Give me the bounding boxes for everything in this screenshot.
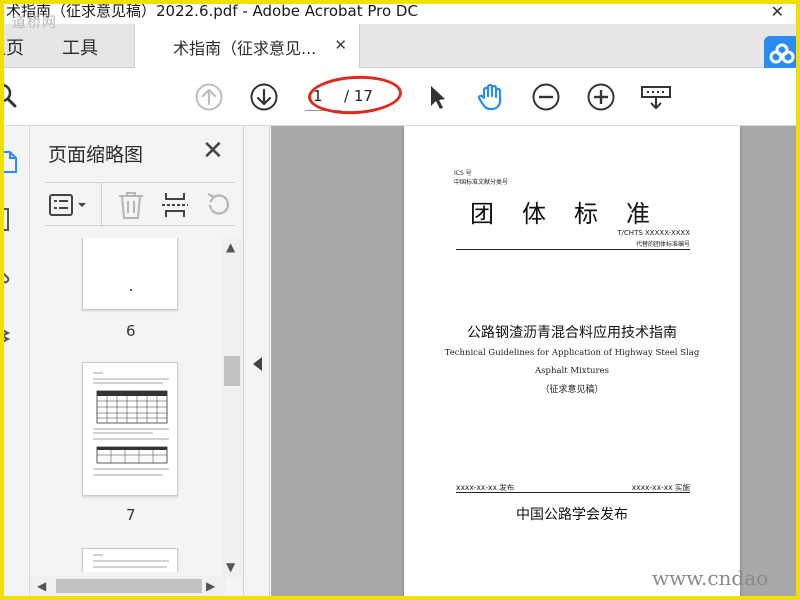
thumbnail-panel: 页面缩略图 ✕ 6 7 ▲ ▼ ◀ ▶ bbox=[30, 126, 244, 600]
tab-tools[interactable]: 工具 bbox=[62, 34, 98, 60]
horizontal-scroll-thumb[interactable] bbox=[56, 579, 202, 593]
zoom-out-icon bbox=[532, 83, 560, 111]
thumbnail-page-content bbox=[93, 372, 169, 476]
hand-tool-button[interactable] bbox=[476, 82, 506, 112]
previous-page-button[interactable] bbox=[194, 82, 224, 112]
window-title: 术指南（征求意见稿）2022.6.pdf - Adobe Acrobat Pro… bbox=[6, 2, 418, 20]
bookmarks-nav-button[interactable] bbox=[0, 206, 22, 232]
scroll-mode-icon bbox=[641, 86, 671, 109]
select-tool-button[interactable] bbox=[422, 82, 452, 112]
document-view[interactable]: ICS 号 中国标准文献分类号 团体标准 T/CHTS XXXXX-XXXX 代… bbox=[271, 126, 800, 600]
thumbnail-options-button[interactable] bbox=[48, 192, 90, 218]
scroll-left-arrow-icon[interactable]: ◀ bbox=[37, 579, 46, 593]
page-thumbnail-8[interactable] bbox=[82, 548, 178, 572]
rotate-page-button[interactable] bbox=[204, 191, 234, 219]
scroll-mode-button[interactable] bbox=[640, 82, 671, 112]
tab-home[interactable]: 主页 bbox=[0, 34, 24, 60]
arrow-down-circle-icon bbox=[250, 83, 278, 111]
header-rule bbox=[456, 249, 690, 250]
thumbnail-page-content bbox=[93, 554, 169, 568]
options-menu-icon bbox=[49, 194, 86, 216]
delete-page-button[interactable] bbox=[116, 191, 146, 219]
insert-page-button[interactable] bbox=[160, 191, 190, 219]
attachments-nav-button[interactable] bbox=[0, 260, 22, 286]
zoom-in-icon bbox=[587, 83, 615, 111]
vertical-scroll-thumb[interactable] bbox=[224, 356, 240, 386]
panel-collapse-strip[interactable] bbox=[244, 126, 270, 600]
left-navigation-strip bbox=[0, 126, 30, 600]
layers-nav-button[interactable] bbox=[0, 322, 22, 348]
publisher: 中国公路学会发布 bbox=[516, 507, 628, 523]
footer-rule bbox=[456, 492, 690, 493]
rotate-icon bbox=[207, 193, 230, 215]
arrow-up-circle-icon bbox=[195, 83, 223, 111]
window-title-bar: 术指南（征求意见稿）2022.6.pdf - Adobe Acrobat Pro… bbox=[0, 0, 800, 24]
tab-bar: 主页 工具 术指南（征求意见... ✕ bbox=[0, 24, 800, 68]
share-cloud-button[interactable] bbox=[764, 36, 800, 72]
thumbnail-number: 6 bbox=[126, 322, 136, 340]
search-button[interactable] bbox=[0, 82, 24, 112]
document-title-english-line2: Asphalt Mixtures bbox=[535, 366, 609, 376]
page-thumbnails-nav-button[interactable] bbox=[0, 148, 22, 174]
insert-page-icon bbox=[162, 193, 188, 217]
ics-number: ICS 号 bbox=[454, 170, 472, 177]
watermark-bottom: www.cndao bbox=[652, 566, 769, 590]
document-title-english-line1: Technical Guidelines for Application of … bbox=[444, 348, 700, 358]
thumbnail-mark bbox=[130, 289, 132, 291]
paperclip-icon bbox=[0, 268, 10, 284]
draft-status: （征求意见稿） bbox=[540, 385, 604, 395]
page-thumbnails-icon bbox=[0, 151, 17, 173]
cloud-icon bbox=[769, 43, 795, 64]
trash-icon bbox=[119, 192, 143, 219]
bookmark-icon bbox=[0, 208, 9, 231]
standard-type-heading: 团体标准 bbox=[470, 200, 678, 228]
watermark-top: 道桥网 bbox=[12, 15, 57, 31]
scroll-up-arrow-icon[interactable]: ▲ bbox=[226, 240, 235, 254]
tab-document-label: 术指南（征求意见... bbox=[173, 39, 317, 58]
next-page-button[interactable] bbox=[249, 82, 279, 112]
thumbnail-horizontal-scrollbar[interactable]: ◀ ▶ bbox=[30, 576, 226, 596]
collapse-panel-icon bbox=[253, 357, 262, 371]
page-thumbnail-7[interactable] bbox=[82, 362, 178, 496]
thumbnail-panel-close-button[interactable]: ✕ bbox=[202, 136, 224, 166]
classification-number: 中国标准文献分类号 bbox=[454, 179, 509, 186]
thumbnail-vertical-scrollbar[interactable]: ▲ ▼ bbox=[222, 238, 242, 578]
thumbnail-list: 6 7 bbox=[46, 238, 222, 572]
scroll-right-arrow-icon[interactable]: ▶ bbox=[206, 579, 215, 593]
zoom-out-button[interactable] bbox=[531, 82, 561, 112]
zoom-in-button[interactable] bbox=[586, 82, 616, 112]
replaced-standard-note: 代替的团体标准编号 bbox=[635, 241, 690, 248]
page-thumbnail-6[interactable] bbox=[82, 238, 178, 310]
thumbnail-number: 7 bbox=[126, 506, 136, 524]
scroll-down-arrow-icon[interactable]: ▼ bbox=[226, 560, 235, 574]
search-icon bbox=[0, 83, 17, 108]
document-page: ICS 号 中国标准文献分类号 团体标准 T/CHTS XXXXX-XXXX 代… bbox=[404, 126, 740, 600]
document-title-chinese: 公路钢渣沥青混合料应用技术指南 bbox=[467, 325, 677, 341]
window-close-button[interactable]: ✕ bbox=[771, 2, 784, 21]
standard-code: T/CHTS XXXXX-XXXX bbox=[617, 229, 690, 237]
hand-icon bbox=[477, 83, 502, 111]
cursor-arrow-icon bbox=[431, 86, 445, 109]
thumbnail-panel-title: 页面缩略图 bbox=[48, 144, 144, 166]
toolbar-divider bbox=[101, 183, 102, 227]
tab-document[interactable]: 术指南（征求意见... ✕ bbox=[134, 24, 360, 68]
thumbnail-panel-toolbar bbox=[44, 182, 236, 227]
layers-icon bbox=[0, 327, 11, 345]
tab-document-close-button[interactable]: ✕ bbox=[334, 36, 347, 54]
